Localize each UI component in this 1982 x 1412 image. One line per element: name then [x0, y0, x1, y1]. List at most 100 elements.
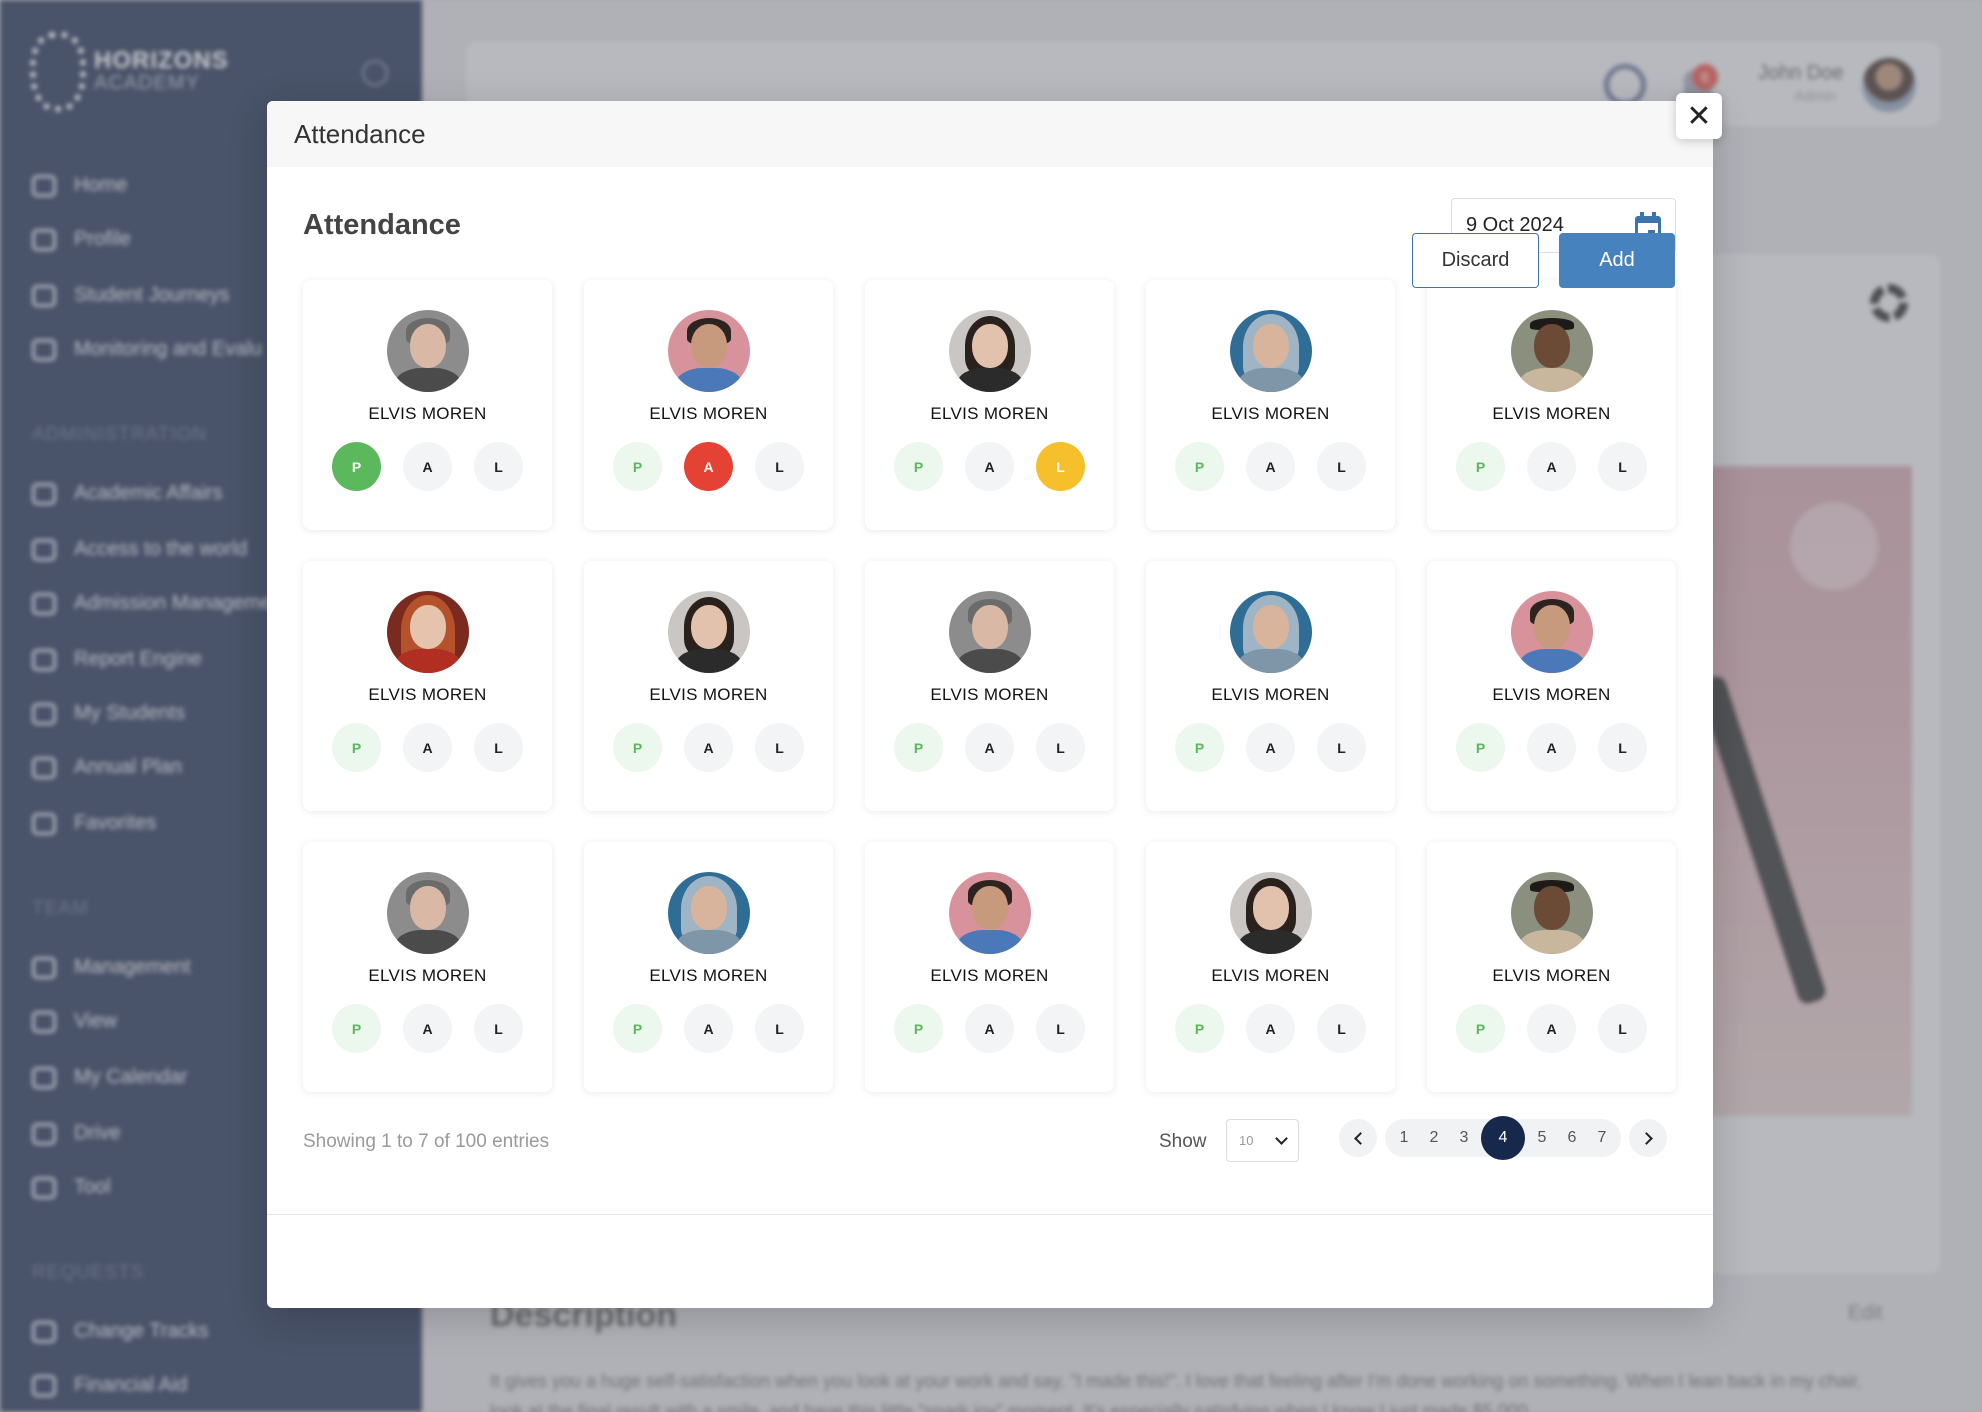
student-name: ELVIS MOREN: [649, 404, 768, 423]
status-present-button[interactable]: P: [613, 442, 662, 491]
page-1-button[interactable]: 1: [1389, 1119, 1419, 1157]
attendance-status-group: PAL: [894, 1004, 1085, 1053]
status-late-button[interactable]: L: [1036, 442, 1085, 491]
status-absent-button[interactable]: A: [684, 442, 733, 491]
page-7-button[interactable]: 7: [1587, 1119, 1617, 1157]
chevron-down-icon: [1275, 1131, 1288, 1145]
add-button[interactable]: Add: [1559, 233, 1675, 288]
status-late-button[interactable]: L: [1317, 1004, 1366, 1053]
status-absent-button[interactable]: A: [1246, 442, 1295, 491]
status-late-button[interactable]: L: [1036, 1004, 1085, 1053]
student-name: ELVIS MOREN: [930, 966, 1049, 985]
status-present-button[interactable]: P: [1175, 442, 1224, 491]
student-avatar: [1229, 310, 1312, 392]
attendance-status-group: PAL: [894, 442, 1085, 491]
attendance-status-group: PAL: [613, 1004, 804, 1053]
status-late-button[interactable]: L: [474, 1004, 523, 1053]
status-absent-button[interactable]: A: [965, 442, 1014, 491]
page-6-button[interactable]: 6: [1557, 1119, 1587, 1157]
close-modal-button[interactable]: ✕: [1676, 93, 1722, 139]
status-absent-button[interactable]: A: [1527, 723, 1576, 772]
student-grid: ELVIS MOREN P A L ELVIS MOREN P A L ELVIS MOREN P…: [303, 280, 1676, 1092]
student-name: ELVIS MOREN: [1492, 685, 1611, 704]
student-card: ELVIS MOREN P A L: [865, 842, 1114, 1092]
student-card: ELVIS MOREN P A L: [865, 280, 1114, 530]
student-avatar: [1510, 310, 1593, 392]
status-present-button[interactable]: P: [1175, 1004, 1224, 1053]
status-late-button[interactable]: L: [474, 723, 523, 772]
status-late-button[interactable]: L: [755, 723, 804, 772]
student-avatar: [1510, 872, 1593, 954]
status-late-button[interactable]: L: [1036, 723, 1085, 772]
attendance-status-group: PAL: [613, 723, 804, 772]
student-avatar: [948, 872, 1031, 954]
status-late-button[interactable]: L: [1598, 723, 1647, 772]
status-present-button[interactable]: P: [1175, 723, 1224, 772]
status-present-button[interactable]: P: [894, 442, 943, 491]
pagination: 1234567: [1339, 1116, 1667, 1160]
student-name: ELVIS MOREN: [1211, 966, 1330, 985]
status-present-button[interactable]: P: [1456, 723, 1505, 772]
status-present-button[interactable]: P: [613, 1004, 662, 1053]
student-avatar: [1510, 591, 1593, 673]
status-absent-button[interactable]: A: [965, 723, 1014, 772]
student-avatar: [948, 310, 1031, 392]
student-name: ELVIS MOREN: [368, 404, 487, 423]
status-absent-button[interactable]: A: [403, 442, 452, 491]
status-absent-button[interactable]: A: [965, 1004, 1014, 1053]
student-card: ELVIS MOREN P A L: [1427, 280, 1676, 530]
page-5-button[interactable]: 5: [1527, 1119, 1557, 1157]
status-absent-button[interactable]: A: [1527, 1004, 1576, 1053]
page-3-button[interactable]: 3: [1449, 1119, 1479, 1157]
status-present-button[interactable]: P: [1456, 1004, 1505, 1053]
modal-title: Attendance: [294, 118, 426, 149]
attendance-status-group: PAL: [332, 723, 523, 772]
student-card: ELVIS MOREN P A L: [1427, 842, 1676, 1092]
prev-page-button[interactable]: [1339, 1119, 1377, 1157]
status-present-button[interactable]: P: [332, 442, 381, 491]
chevron-right-icon: [1639, 1131, 1653, 1145]
status-absent-button[interactable]: A: [1527, 442, 1576, 491]
status-absent-button[interactable]: A: [403, 1004, 452, 1053]
student-name: ELVIS MOREN: [1492, 966, 1611, 985]
status-present-button[interactable]: P: [332, 723, 381, 772]
status-absent-button[interactable]: A: [403, 723, 452, 772]
status-absent-button[interactable]: A: [1246, 1004, 1295, 1053]
attendance-status-group: PAL: [332, 442, 523, 491]
status-present-button[interactable]: P: [1456, 442, 1505, 491]
student-name: ELVIS MOREN: [1211, 685, 1330, 704]
status-absent-button[interactable]: A: [1246, 723, 1295, 772]
status-present-button[interactable]: P: [894, 723, 943, 772]
status-late-button[interactable]: L: [1598, 442, 1647, 491]
status-absent-button[interactable]: A: [684, 1004, 733, 1053]
student-avatar: [1229, 872, 1312, 954]
status-late-button[interactable]: L: [1317, 723, 1366, 772]
student-card: ELVIS MOREN P A L: [1146, 280, 1395, 530]
status-present-button[interactable]: P: [332, 1004, 381, 1053]
status-absent-button[interactable]: A: [684, 723, 733, 772]
student-card: ELVIS MOREN P A L: [865, 561, 1114, 811]
attendance-status-group: PAL: [894, 723, 1085, 772]
status-late-button[interactable]: L: [755, 442, 804, 491]
status-present-button[interactable]: P: [894, 1004, 943, 1053]
attendance-status-group: PAL: [613, 442, 804, 491]
attendance-status-group: PAL: [1175, 1004, 1366, 1053]
status-late-button[interactable]: L: [474, 442, 523, 491]
status-late-button[interactable]: L: [755, 1004, 804, 1053]
page-size-value: 10: [1239, 1133, 1254, 1148]
status-present-button[interactable]: P: [613, 723, 662, 772]
attendance-status-group: PAL: [1175, 723, 1366, 772]
discard-button[interactable]: Discard: [1412, 233, 1539, 288]
student-card: ELVIS MOREN P A L: [1146, 842, 1395, 1092]
page-2-button[interactable]: 2: [1419, 1119, 1449, 1157]
entries-summary: Showing 1 to 7 of 100 entries: [303, 1131, 550, 1152]
page-size-select[interactable]: 10: [1226, 1119, 1299, 1162]
attendance-status-group: PAL: [1456, 442, 1647, 491]
status-late-button[interactable]: L: [1317, 442, 1366, 491]
page-4-button[interactable]: 4: [1481, 1116, 1525, 1160]
next-page-button[interactable]: [1629, 1119, 1667, 1157]
student-card: ELVIS MOREN P A L: [303, 561, 552, 811]
chevron-left-icon: [1353, 1131, 1367, 1145]
student-name: ELVIS MOREN: [649, 966, 768, 985]
status-late-button[interactable]: L: [1598, 1004, 1647, 1053]
